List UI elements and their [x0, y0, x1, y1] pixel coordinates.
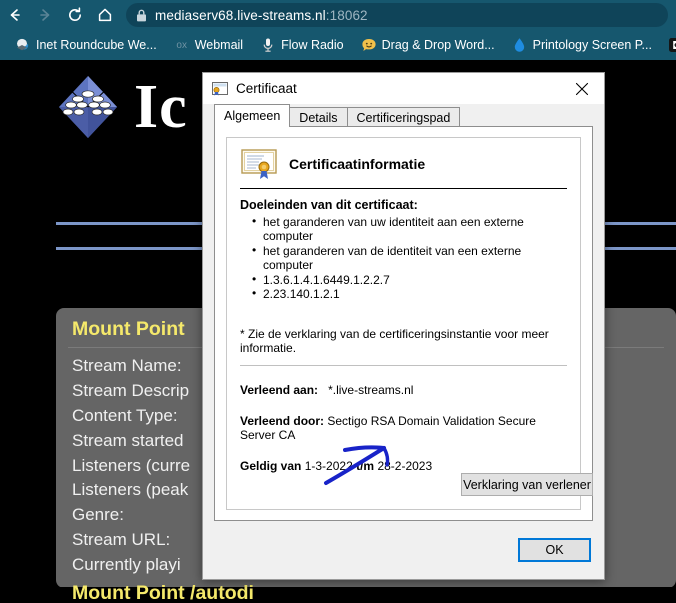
issued-by-field: Verleend door: Sectigo RSA Domain Valida… [240, 414, 567, 442]
list-item: 2.23.140.1.2.1 [252, 286, 567, 301]
dialog-titlebar: Certificaat [203, 73, 604, 104]
issuer-statement-label: Verklaring van verlener [463, 477, 591, 492]
dark-badge-icon [668, 37, 676, 53]
icecast-diamond-icon [56, 74, 120, 140]
lock-icon [136, 9, 147, 22]
roundcube-icon [14, 37, 32, 53]
certificate-seal-icon [240, 148, 278, 180]
validity-to: 28-2-2023 [377, 459, 433, 474]
validity-separator: t/m [356, 459, 375, 474]
tab-certificeringspad[interactable]: Certificeringspad [346, 107, 461, 127]
url-domain: mediaserv68.live-streams.nl [155, 7, 326, 23]
issued-to-label: Verleend aan: [240, 383, 319, 398]
dialog-body: Certificaatinformatie Doeleinden van dit… [214, 127, 593, 521]
bookmark-label: Inet Roundcube We... [36, 38, 157, 52]
validity-from: 1-3-2022 [304, 459, 353, 474]
reload-icon[interactable] [60, 0, 90, 30]
bookmark-item[interactable]: Flow Radio [253, 33, 350, 57]
certificate-info-header: Certificaatinformatie [240, 148, 567, 180]
browser-toolbar: mediaserv68.live-streams.nl:18062 [0, 0, 676, 30]
list-item: het garanderen van de identiteit van een… [252, 243, 567, 273]
dialog-title: Certificaat [236, 81, 297, 96]
ok-button[interactable]: OK [518, 538, 591, 562]
bookmark-item[interactable] [662, 33, 676, 57]
address-bar[interactable]: mediaserv68.live-streams.nl:18062 [126, 3, 668, 27]
microphone-icon [259, 37, 277, 53]
divider [240, 365, 567, 367]
bookmark-item[interactable]: Drag & Drop Word... [354, 33, 501, 57]
purpose-list: het garanderen van uw identiteit aan een… [252, 214, 567, 301]
issued-to-field: Verleend aan: *.live-streams.nl [240, 383, 567, 397]
ok-label: OK [545, 543, 564, 557]
ox-icon: ox [173, 37, 191, 53]
certificate-footnote: * Zie de verklaring van de certificering… [240, 327, 549, 356]
tab-label: Certificeringspad [356, 110, 451, 125]
list-item: 1.3.6.1.4.1.6449.1.2.2.7 [252, 272, 567, 287]
icecast-logo: Ic [56, 74, 188, 140]
bookmark-label: Printology Screen P... [532, 38, 652, 52]
tab-label: Details [299, 110, 338, 125]
purpose-heading: Doeleinden van dit certificaat: [240, 198, 418, 212]
certificate-info-heading: Certificaatinformatie [289, 156, 426, 172]
screenshot-root: mediaserv68.live-streams.nl:18062 Inet R… [0, 0, 676, 603]
bookmarks-bar: Inet Roundcube We... ox Webmail Flow Rad… [0, 30, 676, 60]
bookmark-label: Webmail [194, 38, 244, 52]
certificate-icon [211, 80, 229, 98]
validity-field: Geldig van 1-3-2022 t/m 28-2-2023 [240, 459, 567, 473]
home-icon[interactable] [90, 0, 120, 30]
bookmark-item[interactable]: Printology Screen P... [505, 33, 658, 57]
certificate-dialog: Certificaat Algemeen Details Certificeri… [202, 72, 605, 580]
certificate-info-box: Certificaatinformatie Doeleinden van dit… [226, 137, 581, 510]
close-icon[interactable] [560, 73, 604, 104]
tab-details[interactable]: Details [289, 107, 348, 127]
smiley-icon [360, 37, 378, 53]
tab-algemeen[interactable]: Algemeen [214, 104, 291, 128]
list-item: het garanderen van uw identiteit aan een… [252, 214, 567, 244]
url-port: :18062 [325, 7, 368, 23]
issued-by-label: Verleend door: [240, 414, 325, 429]
issuer-statement-button[interactable]: Verklaring van verlener [461, 473, 593, 496]
dialog-tabs: Algemeen Details Certificeringspad [203, 104, 604, 128]
bookmark-item[interactable]: ox Webmail [167, 33, 249, 57]
forward-arrow-icon[interactable] [30, 0, 60, 30]
back-arrow-icon[interactable] [0, 0, 30, 30]
tab-label: Algemeen [224, 109, 281, 123]
dialog-footer: Verklaring van verlener OK [203, 473, 604, 579]
issued-to-value: *.live-streams.nl [328, 383, 414, 398]
bookmark-label: Flow Radio [281, 38, 344, 52]
waterdrop-icon [511, 37, 529, 53]
bookmark-label: Drag & Drop Word... [381, 38, 495, 52]
bookmark-item[interactable]: Inet Roundcube We... [8, 33, 163, 57]
ox-icon-text: ox [176, 39, 187, 51]
icecast-wordmark: Ic [134, 73, 188, 141]
validity-label: Geldig van [240, 459, 302, 474]
divider [240, 188, 567, 189]
